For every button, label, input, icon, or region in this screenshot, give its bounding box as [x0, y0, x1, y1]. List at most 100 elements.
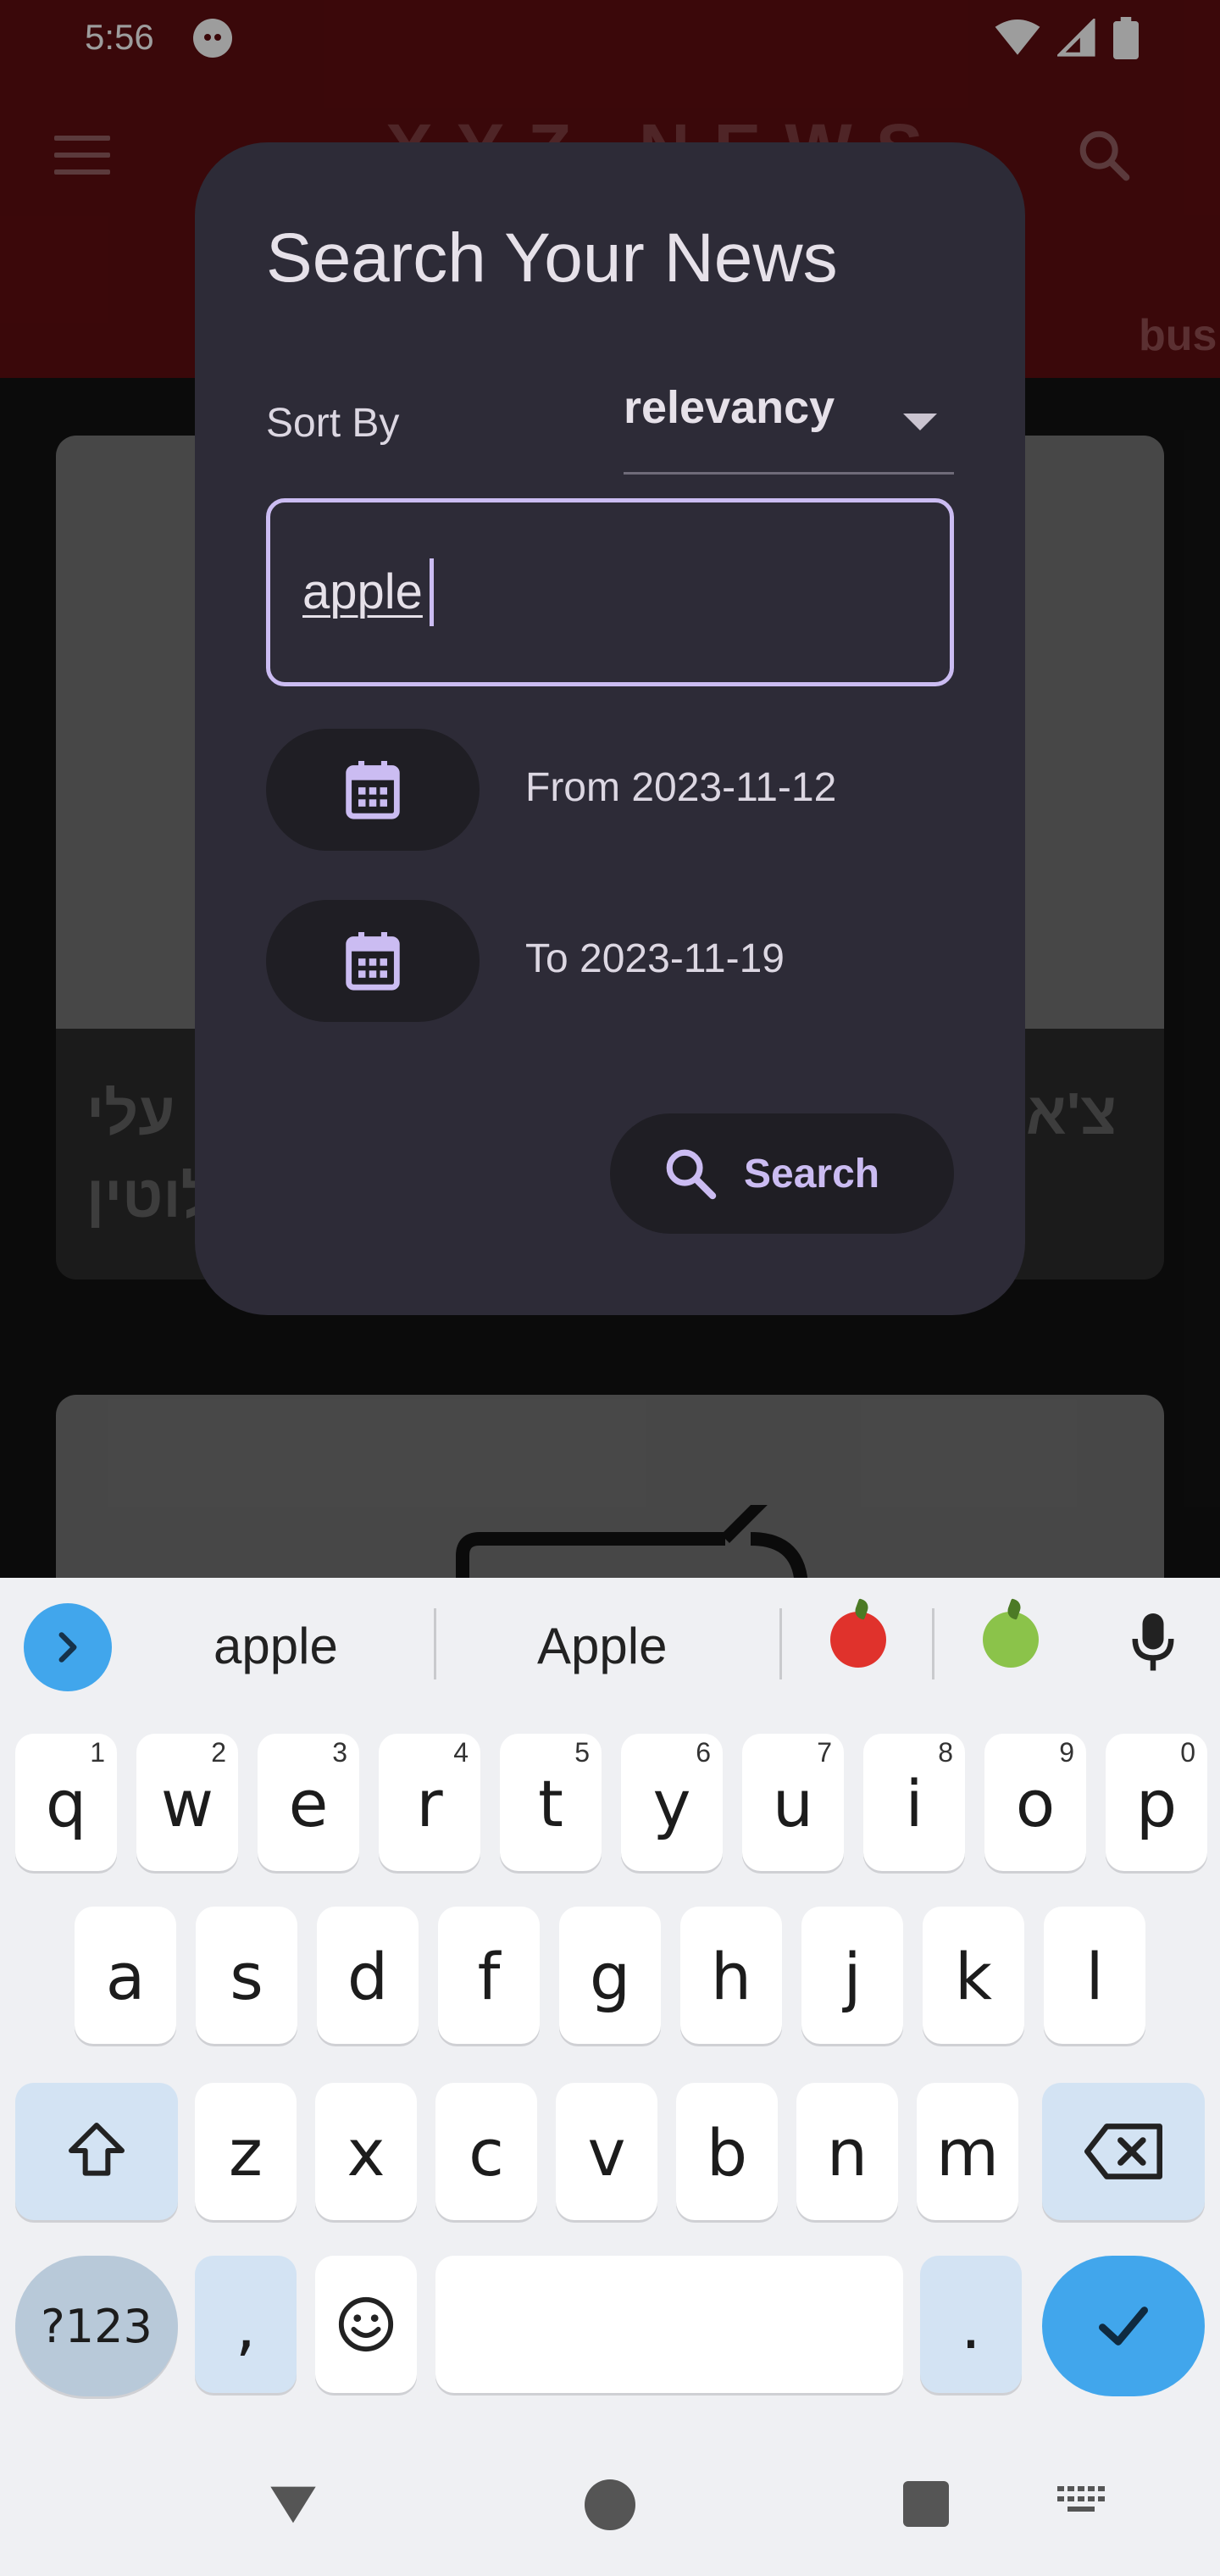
key-label: d — [347, 1939, 389, 2014]
green-apple-emoji-icon[interactable] — [983, 1612, 1039, 1668]
key-label: w — [160, 1766, 214, 1841]
key-label: b — [706, 2115, 748, 2190]
key-i[interactable]: i8 — [863, 1734, 965, 1871]
key-label: i — [905, 1766, 923, 1841]
key-hint: 4 — [453, 1737, 469, 1768]
key-hint: 1 — [90, 1737, 105, 1768]
key-label: p — [1135, 1766, 1178, 1841]
key-f[interactable]: f — [438, 1907, 540, 2044]
home-icon[interactable] — [585, 2479, 635, 2530]
to-date-label: To 2023-11-19 — [525, 936, 785, 981]
suggestion-divider — [779, 1608, 782, 1679]
search-input[interactable]: apple — [266, 498, 954, 686]
from-date-button[interactable] — [266, 729, 480, 851]
microphone-icon[interactable] — [1132, 1613, 1174, 1677]
key-label: u — [772, 1766, 814, 1841]
key-g[interactable]: g — [559, 1907, 661, 2044]
enter-key[interactable] — [1042, 2256, 1205, 2396]
key-w[interactable]: w2 — [136, 1734, 238, 1871]
sort-dropdown[interactable]: relevancy — [624, 381, 954, 475]
key-label: t — [538, 1766, 563, 1841]
symbols-key[interactable]: ?123 — [15, 2256, 178, 2396]
navigation-bar — [0, 2440, 1220, 2576]
key-label: g — [589, 1939, 631, 2014]
key-m[interactable]: m — [917, 2083, 1018, 2220]
key-j[interactable]: j — [801, 1907, 903, 2044]
key-s[interactable]: s — [196, 1907, 297, 2044]
search-button-label: Search — [744, 1151, 880, 1196]
key-b[interactable]: b — [676, 2083, 778, 2220]
key-o[interactable]: o9 — [984, 1734, 1086, 1871]
red-apple-emoji-icon[interactable] — [830, 1612, 886, 1668]
suggestion-chip[interactable]: apple — [214, 1617, 338, 1675]
to-date-button[interactable] — [266, 900, 480, 1022]
key-label: h — [710, 1939, 752, 2014]
shift-key[interactable] — [15, 2083, 178, 2220]
emoji-key[interactable] — [315, 2256, 417, 2393]
calendar-icon — [346, 761, 400, 819]
key-n[interactable]: n — [796, 2083, 898, 2220]
key-label: o — [1015, 1766, 1056, 1841]
key-label: q — [45, 1766, 87, 1841]
smiley-icon — [338, 2296, 394, 2352]
suggestion-divider — [434, 1608, 436, 1679]
key-h[interactable]: h — [680, 1907, 782, 2044]
chevron-right-icon — [58, 1632, 77, 1663]
comma-key[interactable]: , — [195, 2256, 297, 2393]
suggestion-divider — [932, 1608, 934, 1679]
key-label: l — [1085, 1939, 1104, 2014]
key-label: x — [347, 2115, 385, 2190]
space-key[interactable] — [435, 2256, 903, 2393]
sort-value: relevancy — [624, 382, 835, 433]
sort-label: Sort By — [266, 401, 400, 446]
key-label: j — [843, 1939, 862, 2014]
calendar-icon — [346, 932, 400, 991]
key-d[interactable]: d — [317, 1907, 419, 2044]
symbols-key-label: ?123 — [41, 2300, 152, 2353]
key-label: r — [416, 1766, 443, 1841]
key-label: n — [826, 2115, 868, 2190]
key-y[interactable]: y6 — [621, 1734, 723, 1871]
key-label: z — [229, 2115, 263, 2190]
key-t[interactable]: t5 — [500, 1734, 602, 1871]
period-key[interactable]: . — [920, 2256, 1022, 2393]
key-label: f — [477, 1939, 501, 2014]
key-label: m — [935, 2115, 1000, 2190]
key-a[interactable]: a — [75, 1907, 176, 2044]
soft-keyboard: apple Apple ?123 , . q1w2e3r4t5y6u7i8o9p… — [0, 1578, 1220, 2576]
keyboard-switch-icon[interactable] — [1057, 2486, 1110, 2520]
key-e[interactable]: e3 — [258, 1734, 359, 1871]
suggestion-chip[interactable]: Apple — [537, 1617, 667, 1675]
suggestion-strip: apple Apple — [0, 1578, 1220, 1705]
expand-toolbar-button[interactable] — [24, 1603, 112, 1691]
key-l[interactable]: l — [1044, 1907, 1145, 2044]
backspace-key[interactable] — [1042, 2083, 1205, 2220]
text-cursor — [430, 558, 434, 626]
back-icon[interactable] — [266, 2478, 320, 2532]
key-k[interactable]: k — [923, 1907, 1024, 2044]
key-label: k — [954, 1939, 992, 2014]
key-hint: 2 — [211, 1737, 226, 1768]
key-hint: 7 — [817, 1737, 832, 1768]
key-p[interactable]: p0 — [1106, 1734, 1207, 1871]
shift-icon — [69, 2123, 125, 2176]
key-label: y — [652, 1766, 691, 1841]
key-label: v — [587, 2115, 626, 2190]
key-c[interactable]: c — [435, 2083, 537, 2220]
key-hint: 0 — [1180, 1737, 1195, 1768]
key-z[interactable]: z — [195, 2083, 297, 2220]
backspace-icon — [1084, 2124, 1162, 2179]
key-v[interactable]: v — [556, 2083, 657, 2220]
key-r[interactable]: r4 — [379, 1734, 480, 1871]
key-q[interactable]: q1 — [15, 1734, 117, 1871]
key-x[interactable]: x — [315, 2083, 417, 2220]
key-label: s — [230, 1939, 263, 2014]
key-hint: 3 — [332, 1737, 347, 1768]
search-dialog: Search Your News Sort By relevancy apple… — [195, 142, 1025, 1315]
comma-key-label: , — [235, 2288, 257, 2363]
search-button[interactable]: Search — [610, 1113, 954, 1234]
dialog-title: Search Your News — [266, 219, 838, 297]
checkmark-icon — [1099, 2307, 1148, 2346]
key-u[interactable]: u7 — [742, 1734, 844, 1871]
recents-icon[interactable] — [903, 2481, 949, 2527]
